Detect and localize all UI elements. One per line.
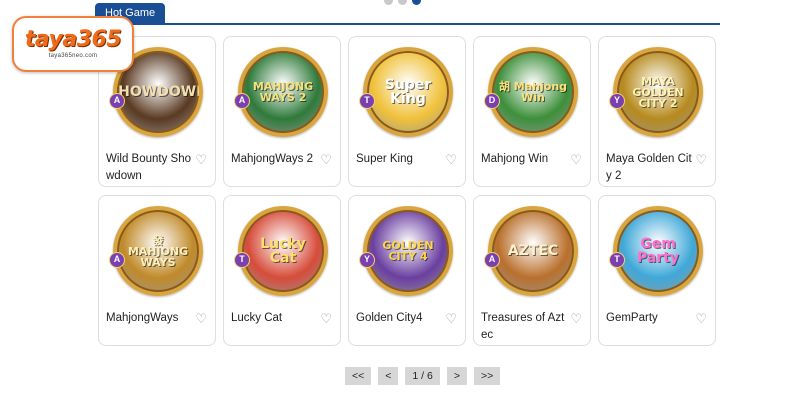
prev-page-button[interactable]: < xyxy=(378,367,399,385)
game-thumbnail[interactable]: MAYA GOLDEN CITY 2 xyxy=(613,47,703,137)
heart-outline-icon[interactable]: ♡ xyxy=(320,152,332,168)
next-page-button[interactable]: > xyxy=(446,367,467,385)
game-thumbnail[interactable]: Lucky Cat xyxy=(238,206,328,296)
heart-outline-icon[interactable]: ♡ xyxy=(320,311,332,327)
game-name[interactable]: MahjongWays xyxy=(106,310,194,327)
game-grid: SHOWDOWN A Wild Bounty Showdown ♡ MAHJONG WA… xyxy=(98,36,720,346)
game-thumbnail[interactable]: Gem Party xyxy=(613,206,703,296)
heart-outline-icon[interactable]: ♡ xyxy=(445,311,457,327)
site-logo[interactable]: taya365 taya365neo.com xyxy=(12,16,134,72)
first-page-button[interactable]: << xyxy=(345,367,372,385)
game-name[interactable]: MahjongWays 2 xyxy=(231,151,319,168)
heart-outline-icon[interactable]: ♡ xyxy=(570,152,582,168)
game-card[interactable]: Lucky Cat T Lucky Cat ♡ xyxy=(223,195,341,346)
game-thumbnail[interactable]: MAHJONG WAYS 2 xyxy=(238,47,328,137)
game-card[interactable]: 胡 Mahjong Win D Mahjong Win ♡ xyxy=(473,36,591,187)
game-card[interactable]: Super King T Super King ♡ xyxy=(348,36,466,187)
game-art-title: AZTEC xyxy=(507,243,559,259)
game-name[interactable]: Maya Golden City 2 xyxy=(606,151,694,185)
provider-badge: A xyxy=(484,252,500,268)
game-art-title: Lucky Cat xyxy=(260,236,306,266)
game-card[interactable]: GOLDEN CITY 4 Y Golden City4 ♡ xyxy=(348,195,466,346)
provider-badge: T xyxy=(234,252,250,268)
game-name[interactable]: Mahjong Win xyxy=(481,151,569,168)
game-card[interactable]: 發 MAHJONG WAYS A MahjongWays ♡ xyxy=(98,195,216,346)
game-name[interactable]: Treasures of Aztec xyxy=(481,310,569,344)
logo-wordmark: taya365 xyxy=(24,27,122,52)
heart-outline-icon[interactable]: ♡ xyxy=(695,152,707,168)
heart-outline-icon[interactable]: ♡ xyxy=(195,152,207,168)
game-art-title: SHOWDOWN xyxy=(113,84,203,100)
game-name[interactable]: Lucky Cat xyxy=(231,310,319,327)
game-art-title: Gem Party xyxy=(636,236,680,266)
game-card[interactable]: AZTEC A Treasures of Aztec ♡ xyxy=(473,195,591,346)
provider-badge: T xyxy=(609,252,625,268)
game-thumbnail[interactable]: 發 MAHJONG WAYS xyxy=(113,206,203,296)
provider-badge: A xyxy=(234,93,250,109)
tab-bar: Hot Game xyxy=(95,3,720,25)
game-art-title: MAYA GOLDEN CITY 2 xyxy=(632,74,684,110)
heart-outline-icon[interactable]: ♡ xyxy=(445,152,457,168)
provider-badge: D xyxy=(484,93,500,109)
game-card[interactable]: MAYA GOLDEN CITY 2 Y Maya Golden City 2 ♡ xyxy=(598,36,716,187)
pagination: << < 1 / 6 > >> xyxy=(345,367,501,385)
provider-badge: Y xyxy=(609,93,625,109)
game-art-title: GOLDEN CITY 4 xyxy=(382,239,434,263)
game-thumbnail[interactable]: GOLDEN CITY 4 xyxy=(363,206,453,296)
game-art-title: MAHJONG WAYS 2 xyxy=(252,80,314,104)
game-thumbnail[interactable]: AZTEC xyxy=(488,206,578,296)
game-art-title: 發 MAHJONG WAYS xyxy=(127,233,189,269)
logo-domain: taya365neo.com xyxy=(48,53,98,59)
provider-badge: Y xyxy=(359,252,375,268)
page-indicator: 1 / 6 xyxy=(405,367,440,385)
page: Hot Game taya365 taya365neo.com SHOWDOWN… xyxy=(0,0,800,400)
game-art-title: Super King xyxy=(384,77,432,107)
game-art-title: 胡 Mahjong Win xyxy=(498,80,568,104)
game-name[interactable]: Super King xyxy=(356,151,444,168)
game-name[interactable]: Golden City4 xyxy=(356,310,444,327)
provider-badge: A xyxy=(109,93,125,109)
last-page-button[interactable]: >> xyxy=(473,367,501,385)
heart-outline-icon[interactable]: ♡ xyxy=(570,311,582,327)
game-card[interactable]: MAHJONG WAYS 2 A MahjongWays 2 ♡ xyxy=(223,36,341,187)
game-card[interactable]: Gem Party T GemParty ♡ xyxy=(598,195,716,346)
game-name[interactable]: Wild Bounty Showdown xyxy=(106,151,194,185)
game-thumbnail[interactable]: Super King xyxy=(363,47,453,137)
game-thumbnail[interactable]: 胡 Mahjong Win xyxy=(488,47,578,137)
game-name[interactable]: GemParty xyxy=(606,310,694,327)
heart-outline-icon[interactable]: ♡ xyxy=(195,311,207,327)
provider-badge: A xyxy=(109,252,125,268)
heart-outline-icon[interactable]: ♡ xyxy=(695,311,707,327)
provider-badge: T xyxy=(359,93,375,109)
